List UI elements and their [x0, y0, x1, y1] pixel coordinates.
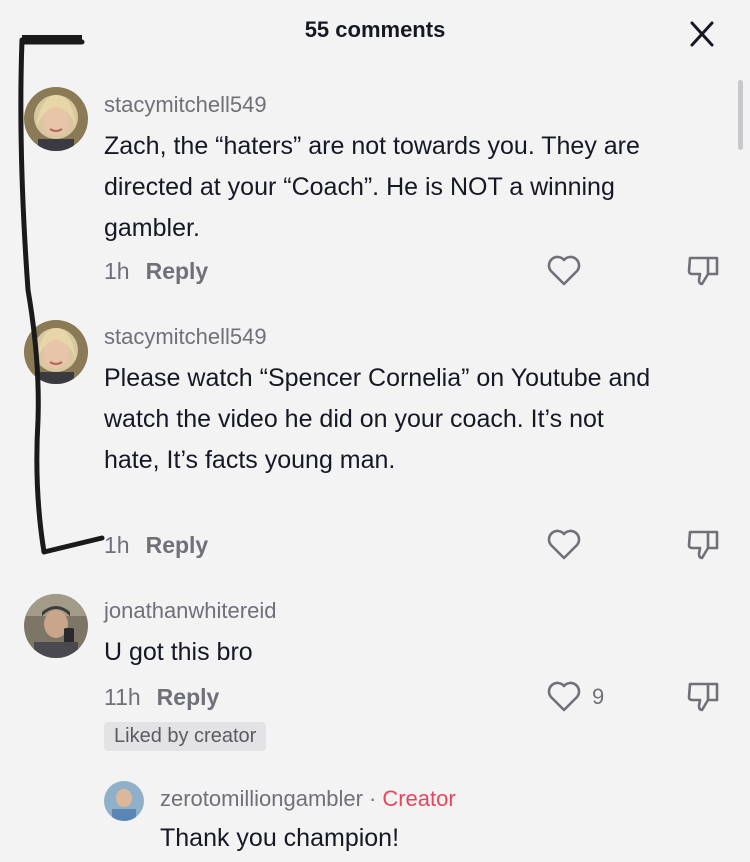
comment-time: 11h	[104, 684, 141, 710]
reply-button[interactable]: Reply	[146, 532, 209, 558]
close-icon[interactable]	[682, 14, 722, 54]
creator-tag: Creator	[382, 786, 456, 811]
comment-text: Zach, the “haters” are not towards you. …	[104, 132, 640, 242]
liked-by-creator-badge: Liked by creator	[104, 722, 267, 751]
comment-meta: 11h Reply	[104, 684, 219, 711]
comment-username[interactable]: stacymitchell549	[104, 324, 267, 350]
dislike-icon[interactable]	[684, 524, 724, 564]
avatar[interactable]	[24, 594, 88, 658]
heart-icon[interactable]	[544, 676, 584, 716]
comment-meta: 1h Reply	[104, 258, 208, 285]
comment-text: Please watch “Spencer Cornelia” on Youtu…	[104, 364, 651, 474]
heart-icon[interactable]	[544, 250, 584, 290]
comment-time: 1h	[104, 532, 130, 558]
reply-button[interactable]: Reply	[157, 684, 220, 710]
avatar[interactable]	[24, 87, 88, 151]
comments-header: 55 comments	[0, 0, 750, 66]
comment-username[interactable]: jonathanwhitereid	[104, 598, 276, 624]
dislike-icon[interactable]	[684, 250, 724, 290]
comment-username[interactable]: stacymitchell549	[104, 92, 267, 118]
avatar[interactable]	[24, 320, 88, 384]
reply-text: Thank you champion!	[160, 824, 400, 852]
comments-count-title: 55 comments	[304, 17, 446, 42]
heart-icon[interactable]	[544, 524, 584, 564]
reply-username-line: zerotomilliongambler · Creator	[160, 786, 456, 812]
comment-time: 1h	[104, 258, 130, 284]
reply-username[interactable]: zerotomilliongambler	[160, 786, 363, 811]
reply-button[interactable]: Reply	[146, 258, 209, 284]
comment-meta: 1h Reply	[104, 532, 208, 559]
like-count: 9	[592, 684, 605, 709]
comment-text: U got this bro	[104, 638, 253, 666]
separator-dot: ·	[368, 786, 377, 811]
avatar[interactable]	[104, 781, 144, 821]
scrollbar[interactable]	[738, 80, 743, 150]
dislike-icon[interactable]	[684, 676, 724, 716]
